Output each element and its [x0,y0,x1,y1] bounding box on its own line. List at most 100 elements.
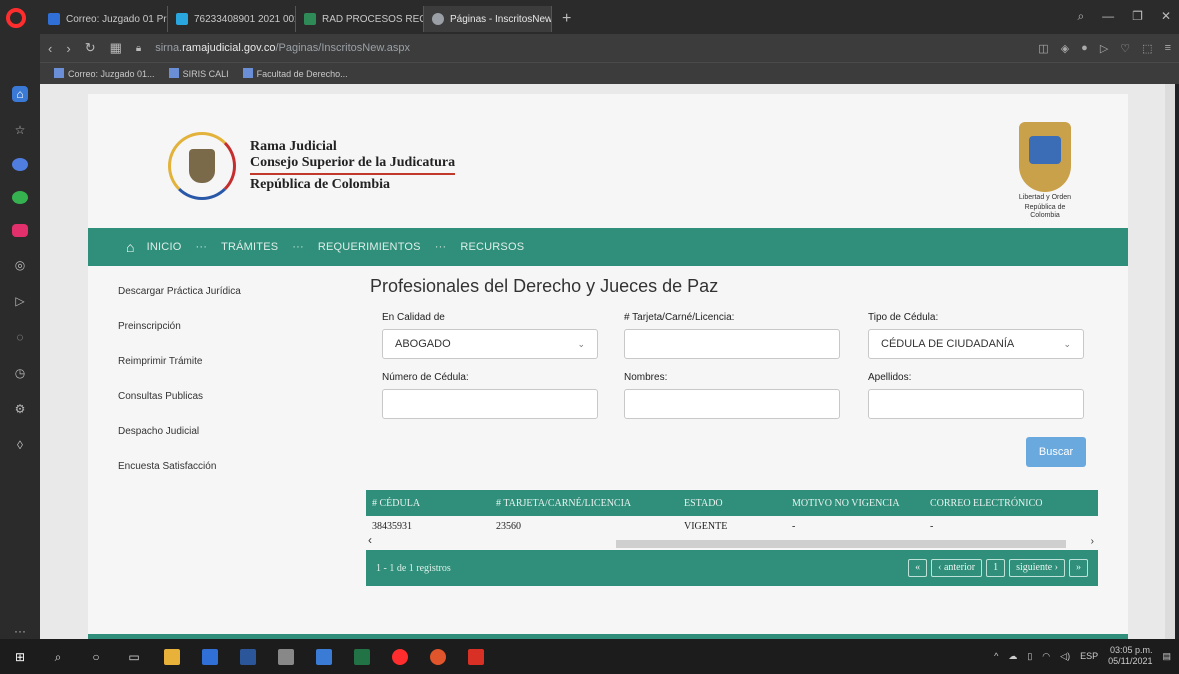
extensions-icon[interactable]: ⬚ [1142,42,1152,55]
page-prev-button[interactable]: ‹ anterior [931,559,983,577]
excel-icon[interactable] [354,648,370,665]
vpn-icon[interactable]: ● [1081,42,1088,55]
chrome-icon[interactable] [430,648,446,665]
web-page: Rama Judicial Consejo Superior de la Jud… [40,84,1175,639]
nav-item-tramites[interactable]: TRÁMITES [221,241,278,253]
clock-time: 03:05 p.m. [1109,645,1153,655]
forward-icon[interactable]: › [66,41,70,56]
col-cedula[interactable]: # CÉDULA [366,498,490,509]
menu-item-consultas[interactable]: Consultas Publicas [118,387,318,422]
shield-icon[interactable]: ◌ [12,329,28,345]
windows-start-icon[interactable]: ⊞ [12,649,28,665]
site-logo[interactable]: Rama Judicial Consejo Superior de la Jud… [168,132,456,200]
home-icon[interactable]: ⌂ [12,86,28,102]
shield-icon[interactable]: ◈ [1061,42,1069,55]
page-scrollbar[interactable] [1165,84,1175,639]
reload-icon[interactable]: ↻ [85,40,96,56]
mail-icon[interactable] [202,648,218,665]
search-icon[interactable]: ⌕ [50,649,66,665]
speed-dial-icon[interactable]: ▦ [110,40,122,56]
bookmarks-bar: Correo: Juzgado 01... SIRIS CALI Faculta… [40,62,1179,84]
flow-icon[interactable]: ▷ [12,293,28,309]
tarjeta-input[interactable] [624,329,840,359]
task-view-icon[interactable]: ▭ [126,649,142,665]
page-next-button[interactable]: siguiente › [1009,559,1065,577]
org-name: Rama Judicial Consejo Superior de la Jud… [250,139,456,193]
battery-icon[interactable]: ▯ [1027,651,1032,662]
col-motivo[interactable]: MOTIVO NO VIGENCIA [786,498,924,509]
scroll-right-icon[interactable]: › [1091,536,1094,547]
snapshot-icon[interactable]: ◫ [1038,42,1048,55]
menu-item-encuesta[interactable]: Encuesta Satisfacción [118,457,318,492]
cell-motivo: - [792,520,796,532]
col-correo[interactable]: CORREO ELECTRÓNICO [924,498,1098,509]
page-last-button[interactable]: » [1069,559,1088,577]
nav-item-recursos[interactable]: RECURSOS [460,241,524,253]
minimize-icon[interactable]: — [1102,9,1114,24]
menu-item-despacho[interactable]: Despacho Judicial [118,422,318,457]
tab-onedrive[interactable]: 76233408901 2021 002/... ✕ [168,6,296,32]
menu-item-descargar[interactable]: Descargar Práctica Jurídica [118,282,318,317]
bookmarks-icon[interactable]: ☆ [12,122,28,138]
col-tarjeta[interactable]: # TARJETA/CARNÉ/LICENCIA [490,498,678,509]
photos-icon[interactable] [316,648,332,665]
tipo-cedula-label: Tipo de Cédula: [868,312,939,323]
url-field[interactable]: sirna.ramajudicial.gov.co/Paginas/Inscri… [155,42,410,54]
scrollbar-thumb[interactable] [616,540,1066,548]
apellidos-input[interactable] [868,389,1084,419]
numero-cedula-input[interactable] [382,389,598,419]
col-estado[interactable]: ESTADO [678,498,786,509]
clock[interactable]: 03:05 p.m. 05/11/2021 [1108,645,1152,667]
nav-item-inicio[interactable]: INICIO [147,241,182,253]
messenger-icon[interactable] [12,158,28,171]
page-current-button[interactable]: 1 [986,559,1006,577]
volume-icon[interactable]: ◁) [1060,651,1070,662]
page-first-button[interactable]: « [908,559,928,577]
chevron-up-icon[interactable]: ^ [994,651,998,661]
notifications-icon[interactable]: ▤ [1162,651,1171,662]
nav-item-requerimientos[interactable]: REQUERIMIENTOS [318,241,421,253]
opera-menu-icon[interactable] [6,8,26,28]
tab-rad-procesos[interactable]: RAD PROCESOS RECIBIDOS... ✕ [296,6,424,32]
settings-icon[interactable]: ⚙ [12,401,28,417]
search-tabs-icon[interactable]: ⌕ [1077,9,1084,24]
file-explorer-icon[interactable] [164,648,180,665]
bookmark-correo[interactable]: Correo: Juzgado 01... [54,68,155,79]
home-icon[interactable]: ⌂ [126,239,135,255]
calidad-select[interactable]: ABOGADO ⌄ [382,329,598,359]
search-button[interactable]: Buscar [1026,437,1086,467]
outlook-icon [48,13,60,25]
horizontal-scrollbar[interactable]: ‹ › [366,533,1098,550]
instagram-icon[interactable] [12,224,28,237]
menu-icon[interactable]: ≡ [1165,42,1171,55]
more-icon[interactable]: ··· [12,623,28,639]
language-indicator[interactable]: ESP [1080,651,1098,661]
whatsapp-icon[interactable] [12,191,28,204]
nombres-input[interactable] [624,389,840,419]
play-icon[interactable]: ▷ [1100,42,1108,55]
calculator-icon[interactable] [278,648,294,665]
back-icon[interactable]: ‹ [48,41,52,56]
new-tab-button[interactable]: + [552,6,581,32]
opera-icon[interactable] [392,648,408,665]
maximize-icon[interactable]: ❐ [1132,9,1143,24]
history-icon[interactable]: ◷ [12,365,28,381]
menu-item-reimprimir[interactable]: Reimprimir Trámite [118,352,318,387]
player-icon[interactable]: ◎ [12,257,28,273]
pdf-reader-icon[interactable] [468,648,484,665]
tipo-cedula-select[interactable]: CÉDULA DE CIUDADANÍA ⌄ [868,329,1084,359]
bookmark-siris[interactable]: SIRIS CALI [169,68,229,79]
bookmark-facultad[interactable]: Facultad de Derecho... [243,68,348,79]
wifi-icon[interactable]: ◠ [1042,651,1050,662]
cortana-icon[interactable]: ○ [88,649,104,665]
onedrive-icon[interactable]: ☁ [1008,651,1017,662]
scroll-left-icon[interactable]: ‹ [368,533,372,547]
tab-correo[interactable]: Correo: Juzgado 01 Promisc... ✕ [40,6,168,32]
menu-item-preinscripcion[interactable]: Preinscripción [118,317,318,352]
globe-icon [432,13,444,25]
tab-inscritos[interactable]: Páginas - InscritosNew ✕ [424,6,552,32]
close-window-icon[interactable]: ✕ [1161,9,1171,24]
location-icon[interactable]: ◊ [12,437,28,453]
heart-icon[interactable]: ♡ [1120,42,1130,55]
word-icon[interactable] [240,648,256,665]
